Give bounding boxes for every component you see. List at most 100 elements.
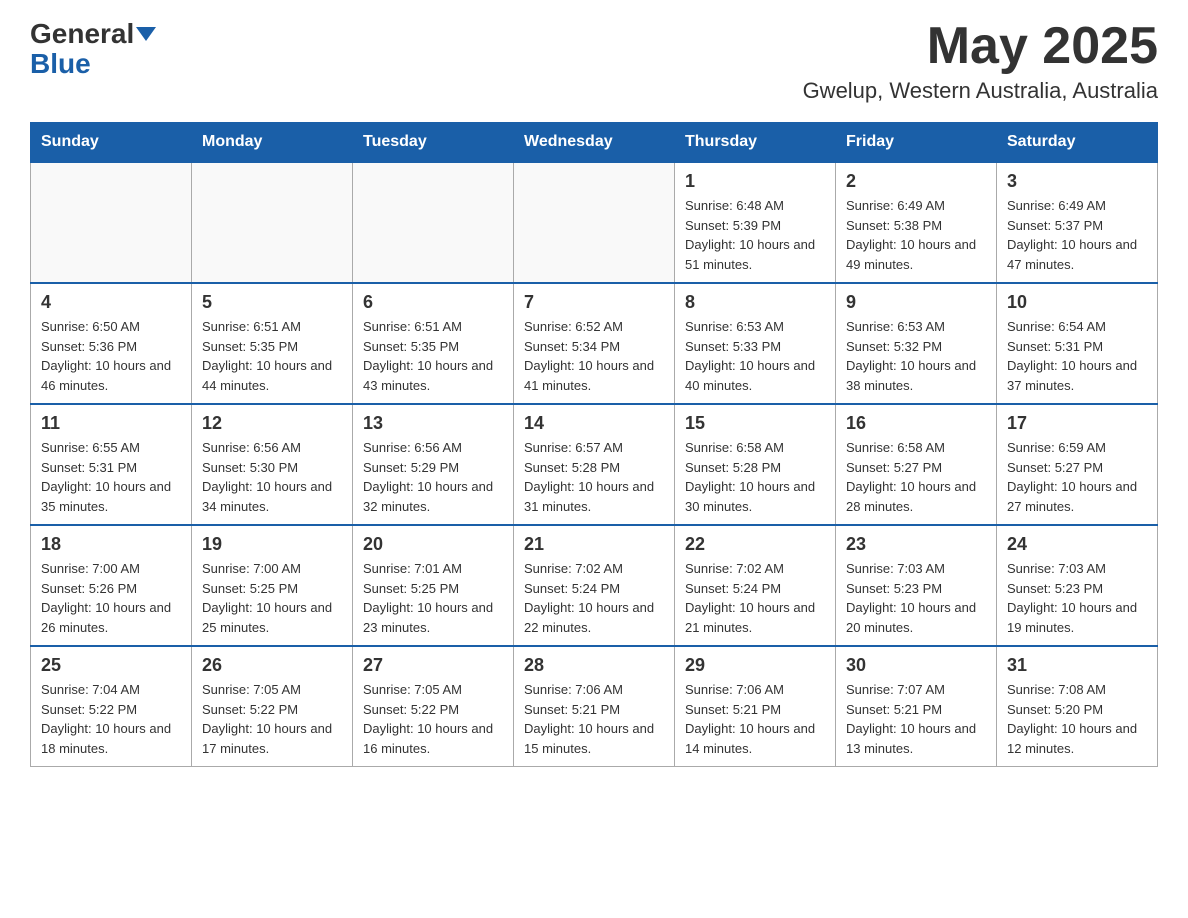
- calendar-day-29: 29 Sunrise: 7:06 AMSunset: 5:21 PMDayligh…: [675, 646, 836, 767]
- logo: General Blue: [30, 20, 156, 80]
- calendar-weekday-wednesday: Wednesday: [514, 123, 675, 163]
- day-number: 9: [846, 292, 986, 313]
- day-info: Sunrise: 7:04 AMSunset: 5:22 PMDaylight:…: [41, 680, 181, 758]
- day-number: 31: [1007, 655, 1147, 676]
- calendar-day-26: 26 Sunrise: 7:05 AMSunset: 5:22 PMDayligh…: [192, 646, 353, 767]
- calendar-empty-cell: [31, 162, 192, 283]
- day-number: 11: [41, 413, 181, 434]
- day-number: 4: [41, 292, 181, 313]
- day-number: 19: [202, 534, 342, 555]
- calendar-day-7: 7 Sunrise: 6:52 AMSunset: 5:34 PMDaylight…: [514, 283, 675, 404]
- day-info: Sunrise: 6:53 AMSunset: 5:33 PMDaylight:…: [685, 317, 825, 395]
- day-info: Sunrise: 7:08 AMSunset: 5:20 PMDaylight:…: [1007, 680, 1147, 758]
- logo-blue: Blue: [30, 48, 91, 79]
- day-info: Sunrise: 6:51 AMSunset: 5:35 PMDaylight:…: [363, 317, 503, 395]
- calendar-day-30: 30 Sunrise: 7:07 AMSunset: 5:21 PMDayligh…: [836, 646, 997, 767]
- day-number: 20: [363, 534, 503, 555]
- day-info: Sunrise: 6:55 AMSunset: 5:31 PMDaylight:…: [41, 438, 181, 516]
- day-number: 6: [363, 292, 503, 313]
- title-section: May 2025 Gwelup, Western Australia, Aust…: [803, 20, 1158, 104]
- calendar-day-1: 1Sunrise: 6:48 AMSunset: 5:39 PMDaylight…: [675, 162, 836, 283]
- calendar-day-4: 4 Sunrise: 6:50 AMSunset: 5:36 PMDaylight…: [31, 283, 192, 404]
- day-info: Sunrise: 7:06 AMSunset: 5:21 PMDaylight:…: [685, 680, 825, 758]
- calendar-empty-cell: [514, 162, 675, 283]
- day-info: Sunrise: 6:59 AMSunset: 5:27 PMDaylight:…: [1007, 438, 1147, 516]
- calendar-day-2: 2 Sunrise: 6:49 AMSunset: 5:38 PMDaylight…: [836, 162, 997, 283]
- day-info: Sunrise: 6:50 AMSunset: 5:36 PMDaylight:…: [41, 317, 181, 395]
- day-number: 15: [685, 413, 825, 434]
- day-info: Sunrise: 6:48 AMSunset: 5:39 PMDaylight:…: [685, 196, 825, 274]
- day-info: Sunrise: 7:05 AMSunset: 5:22 PMDaylight:…: [202, 680, 342, 758]
- day-info: Sunrise: 7:07 AMSunset: 5:21 PMDaylight:…: [846, 680, 986, 758]
- day-number: 2: [846, 171, 986, 192]
- calendar-day-23: 23 Sunrise: 7:03 AMSunset: 5:23 PMDayligh…: [836, 525, 997, 646]
- day-number: 16: [846, 413, 986, 434]
- day-number: 29: [685, 655, 825, 676]
- day-info: Sunrise: 7:00 AMSunset: 5:25 PMDaylight:…: [202, 559, 342, 637]
- day-number: 24: [1007, 534, 1147, 555]
- day-number: 28: [524, 655, 664, 676]
- day-number: 10: [1007, 292, 1147, 313]
- day-number: 23: [846, 534, 986, 555]
- calendar-day-3: 3 Sunrise: 6:49 AMSunset: 5:37 PMDaylight…: [997, 162, 1158, 283]
- calendar-empty-cell: [353, 162, 514, 283]
- calendar-day-16: 16Sunrise: 6:58 AMSunset: 5:27 PMDayligh…: [836, 404, 997, 525]
- day-info: Sunrise: 7:02 AMSunset: 5:24 PMDaylight:…: [524, 559, 664, 637]
- day-info: Sunrise: 6:52 AMSunset: 5:34 PMDaylight:…: [524, 317, 664, 395]
- calendar-day-11: 11 Sunrise: 6:55 AMSunset: 5:31 PMDayligh…: [31, 404, 192, 525]
- day-info: Sunrise: 6:53 AMSunset: 5:32 PMDaylight:…: [846, 317, 986, 395]
- day-number: 22: [685, 534, 825, 555]
- calendar-day-5: 5Sunrise: 6:51 AMSunset: 5:35 PMDaylight…: [192, 283, 353, 404]
- calendar-weekday-saturday: Saturday: [997, 123, 1158, 163]
- day-number: 7: [524, 292, 664, 313]
- calendar-day-19: 19 Sunrise: 7:00 AMSunset: 5:25 PMDayligh…: [192, 525, 353, 646]
- calendar-weekday-thursday: Thursday: [675, 123, 836, 163]
- calendar-week-row: 11 Sunrise: 6:55 AMSunset: 5:31 PMDayligh…: [31, 404, 1158, 525]
- day-number: 13: [363, 413, 503, 434]
- calendar-day-8: 8 Sunrise: 6:53 AMSunset: 5:33 PMDaylight…: [675, 283, 836, 404]
- calendar-day-9: 9 Sunrise: 6:53 AMSunset: 5:32 PMDaylight…: [836, 283, 997, 404]
- day-number: 27: [363, 655, 503, 676]
- day-info: Sunrise: 6:49 AMSunset: 5:38 PMDaylight:…: [846, 196, 986, 274]
- calendar-day-22: 22 Sunrise: 7:02 AMSunset: 5:24 PMDayligh…: [675, 525, 836, 646]
- page-header: General Blue May 2025 Gwelup, Western Au…: [30, 20, 1158, 104]
- calendar-day-15: 15Sunrise: 6:58 AMSunset: 5:28 PMDayligh…: [675, 404, 836, 525]
- day-number: 8: [685, 292, 825, 313]
- calendar-day-18: 18 Sunrise: 7:00 AMSunset: 5:26 PMDayligh…: [31, 525, 192, 646]
- day-info: Sunrise: 7:03 AMSunset: 5:23 PMDaylight:…: [846, 559, 986, 637]
- day-info: Sunrise: 6:54 AMSunset: 5:31 PMDaylight:…: [1007, 317, 1147, 395]
- day-info: Sunrise: 7:03 AMSunset: 5:23 PMDaylight:…: [1007, 559, 1147, 637]
- day-number: 3: [1007, 171, 1147, 192]
- day-number: 26: [202, 655, 342, 676]
- day-info: Sunrise: 7:01 AMSunset: 5:25 PMDaylight:…: [363, 559, 503, 637]
- calendar-table: SundayMondayTuesdayWednesdayThursdayFrid…: [30, 122, 1158, 767]
- calendar-week-row: 1Sunrise: 6:48 AMSunset: 5:39 PMDaylight…: [31, 162, 1158, 283]
- calendar-day-31: 31 Sunrise: 7:08 AMSunset: 5:20 PMDayligh…: [997, 646, 1158, 767]
- calendar-day-10: 10 Sunrise: 6:54 AMSunset: 5:31 PMDayligh…: [997, 283, 1158, 404]
- day-number: 17: [1007, 413, 1147, 434]
- day-info: Sunrise: 6:56 AMSunset: 5:30 PMDaylight:…: [202, 438, 342, 516]
- day-number: 5: [202, 292, 342, 313]
- calendar-day-21: 21 Sunrise: 7:02 AMSunset: 5:24 PMDayligh…: [514, 525, 675, 646]
- day-info: Sunrise: 7:02 AMSunset: 5:24 PMDaylight:…: [685, 559, 825, 637]
- logo-general: General: [30, 20, 134, 48]
- calendar-day-20: 20 Sunrise: 7:01 AMSunset: 5:25 PMDayligh…: [353, 525, 514, 646]
- day-number: 21: [524, 534, 664, 555]
- day-number: 25: [41, 655, 181, 676]
- calendar-week-row: 25 Sunrise: 7:04 AMSunset: 5:22 PMDayligh…: [31, 646, 1158, 767]
- logo-triangle-icon: [136, 27, 156, 41]
- calendar-day-25: 25 Sunrise: 7:04 AMSunset: 5:22 PMDayligh…: [31, 646, 192, 767]
- day-info: Sunrise: 6:49 AMSunset: 5:37 PMDaylight:…: [1007, 196, 1147, 274]
- calendar-day-17: 17 Sunrise: 6:59 AMSunset: 5:27 PMDayligh…: [997, 404, 1158, 525]
- location-title: Gwelup, Western Australia, Australia: [803, 78, 1158, 104]
- day-number: 18: [41, 534, 181, 555]
- day-info: Sunrise: 7:00 AMSunset: 5:26 PMDaylight:…: [41, 559, 181, 637]
- day-info: Sunrise: 7:05 AMSunset: 5:22 PMDaylight:…: [363, 680, 503, 758]
- day-info: Sunrise: 7:06 AMSunset: 5:21 PMDaylight:…: [524, 680, 664, 758]
- day-info: Sunrise: 6:56 AMSunset: 5:29 PMDaylight:…: [363, 438, 503, 516]
- calendar-day-14: 14Sunrise: 6:57 AMSunset: 5:28 PMDayligh…: [514, 404, 675, 525]
- calendar-day-12: 12Sunrise: 6:56 AMSunset: 5:30 PMDayligh…: [192, 404, 353, 525]
- calendar-day-6: 6 Sunrise: 6:51 AMSunset: 5:35 PMDaylight…: [353, 283, 514, 404]
- calendar-weekday-friday: Friday: [836, 123, 997, 163]
- day-number: 30: [846, 655, 986, 676]
